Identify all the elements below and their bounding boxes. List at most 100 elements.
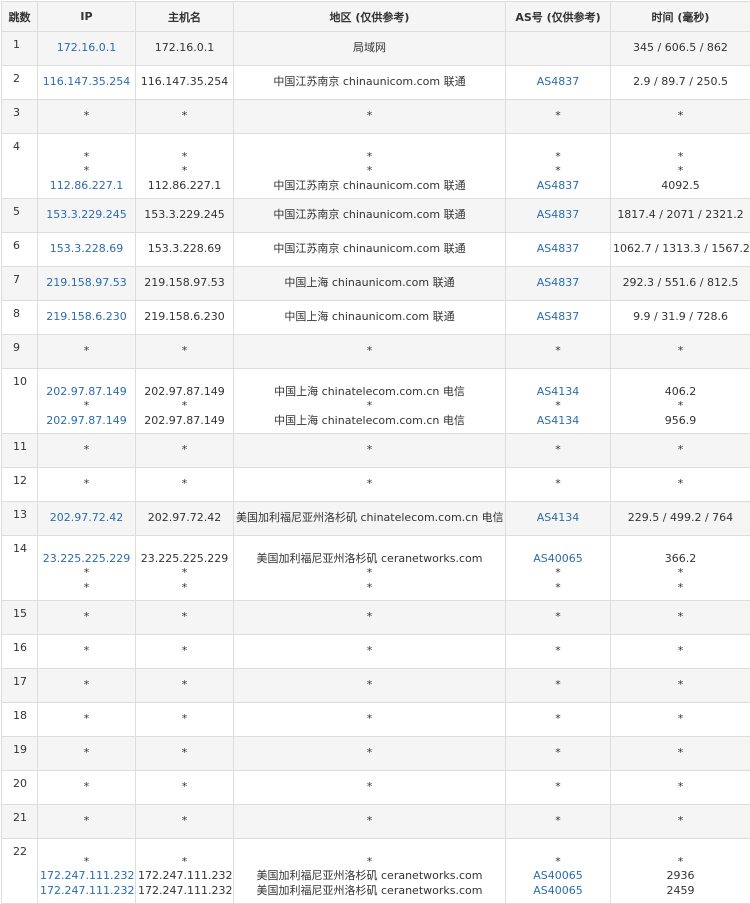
time-value: * bbox=[613, 150, 748, 165]
time-cell: * bbox=[611, 737, 750, 771]
ip-cell: * bbox=[38, 434, 136, 468]
host-value: * bbox=[138, 644, 231, 659]
host-value: 202.97.87.149 bbox=[138, 414, 231, 429]
as-cell: AS4837 bbox=[506, 233, 611, 267]
ip-value: * bbox=[40, 399, 133, 414]
hop-cell: 21 bbox=[2, 805, 38, 839]
region-value: * bbox=[236, 344, 503, 359]
region-cell: 美国加利福尼亚州洛杉矶 ceranetworks.com** bbox=[234, 536, 506, 601]
as-value[interactable]: AS4134 bbox=[508, 414, 608, 429]
time-value: 2936 bbox=[613, 869, 748, 884]
ip-value: * bbox=[40, 109, 133, 124]
time-cell: 1062.7 / 1313.3 / 1567.2 bbox=[611, 233, 750, 267]
host-value: * bbox=[138, 581, 231, 596]
region-cell: * bbox=[234, 601, 506, 635]
region-cell: * bbox=[234, 434, 506, 468]
region-value: * bbox=[236, 814, 503, 829]
as-value[interactable]: AS4837 bbox=[508, 242, 608, 257]
host-value: * bbox=[138, 399, 231, 414]
as-value[interactable]: AS4837 bbox=[508, 276, 608, 291]
time-value: * bbox=[613, 566, 748, 581]
as-value[interactable]: AS40065 bbox=[508, 884, 608, 899]
region-cell: * bbox=[234, 703, 506, 737]
region-cell: 局域网 bbox=[234, 32, 506, 66]
as-value[interactable]: AS4134 bbox=[508, 385, 608, 400]
host-value: 202.97.72.42 bbox=[138, 511, 231, 526]
host-value: * bbox=[138, 344, 231, 359]
as-value[interactable]: AS40065 bbox=[508, 552, 608, 567]
region-value: * bbox=[236, 644, 503, 659]
ip-value[interactable]: 219.158.6.230 bbox=[40, 310, 133, 325]
ip-value[interactable]: 219.158.97.53 bbox=[40, 276, 133, 291]
as-value[interactable]: AS4837 bbox=[508, 179, 608, 194]
time-cell: * bbox=[611, 635, 750, 669]
ip-value: * bbox=[40, 566, 133, 581]
table-row: 6153.3.228.69153.3.228.69中国江苏南京 chinauni… bbox=[2, 233, 750, 267]
as-value[interactable]: AS4134 bbox=[508, 511, 608, 526]
hop-cell: 2 bbox=[2, 66, 38, 100]
header-host: 主机名 bbox=[136, 2, 234, 32]
as-value[interactable]: AS4837 bbox=[508, 310, 608, 325]
ip-value[interactable]: 202.97.87.149 bbox=[40, 414, 133, 429]
ip-value[interactable]: 153.3.228.69 bbox=[40, 242, 133, 257]
hop-cell: 5 bbox=[2, 199, 38, 233]
table-row: 5153.3.229.245153.3.229.245中国江苏南京 chinau… bbox=[2, 199, 750, 233]
host-value: 172.247.111.232 bbox=[138, 869, 231, 884]
host-cell: *172.247.111.232172.247.111.232 bbox=[136, 839, 234, 904]
as-value[interactable]: AS40065 bbox=[508, 869, 608, 884]
ip-value: * bbox=[40, 712, 133, 727]
region-value: * bbox=[236, 610, 503, 625]
time-value: * bbox=[613, 712, 748, 727]
ip-cell: **112.86.227.1 bbox=[38, 134, 136, 199]
as-value[interactable]: AS4837 bbox=[508, 75, 608, 90]
as-value: * bbox=[508, 644, 608, 659]
hop-cell: 9 bbox=[2, 335, 38, 369]
hop-cell: 16 bbox=[2, 635, 38, 669]
ip-value[interactable]: 202.97.72.42 bbox=[40, 511, 133, 526]
header-time: 时间 (毫秒) bbox=[611, 2, 750, 32]
host-value: 172.247.111.232 bbox=[138, 884, 231, 899]
ip-value[interactable]: 172.247.111.232 bbox=[40, 884, 133, 899]
ip-value: * bbox=[40, 344, 133, 359]
host-value: * bbox=[138, 780, 231, 795]
table-row: 16***** bbox=[2, 635, 750, 669]
ip-cell: * bbox=[38, 601, 136, 635]
host-cell: **112.86.227.1 bbox=[136, 134, 234, 199]
ip-value: * bbox=[40, 581, 133, 596]
region-value: * bbox=[236, 780, 503, 795]
ip-value[interactable]: 172.16.0.1 bbox=[40, 41, 133, 56]
host-cell: 153.3.228.69 bbox=[136, 233, 234, 267]
as-value: * bbox=[508, 855, 608, 870]
region-cell: 中国上海 chinatelecom.com.cn 电信*中国上海 chinate… bbox=[234, 369, 506, 434]
as-cell: AS40065** bbox=[506, 536, 611, 601]
ip-value[interactable]: 116.147.35.254 bbox=[40, 75, 133, 90]
as-cell: **AS4837 bbox=[506, 134, 611, 199]
ip-value: * bbox=[40, 780, 133, 795]
ip-value[interactable]: 202.97.87.149 bbox=[40, 385, 133, 400]
host-value: 202.97.87.149 bbox=[138, 385, 231, 400]
region-value: 中国上海 chinaunicom.com 联通 bbox=[236, 276, 503, 291]
time-value: 1817.4 / 2071 / 2321.2 bbox=[613, 208, 748, 223]
hop-cell: 18 bbox=[2, 703, 38, 737]
time-value: 2459 bbox=[613, 884, 748, 899]
time-cell: * bbox=[611, 669, 750, 703]
ip-value[interactable]: 172.247.111.232 bbox=[40, 869, 133, 884]
as-value[interactable]: AS4837 bbox=[508, 208, 608, 223]
region-value: 美国加利福尼亚州洛杉矶 ceranetworks.com bbox=[236, 884, 503, 899]
region-cell: **中国江苏南京 chinaunicom.com 联通 bbox=[234, 134, 506, 199]
host-cell: * bbox=[136, 635, 234, 669]
hop-cell: 20 bbox=[2, 771, 38, 805]
time-value: * bbox=[613, 780, 748, 795]
ip-value[interactable]: 153.3.229.245 bbox=[40, 208, 133, 223]
hop-cell: 12 bbox=[2, 468, 38, 502]
time-value: 9.9 / 31.9 / 728.6 bbox=[613, 310, 748, 325]
as-cell: *AS40065AS40065 bbox=[506, 839, 611, 904]
as-cell: * bbox=[506, 468, 611, 502]
time-cell: 1817.4 / 2071 / 2321.2 bbox=[611, 199, 750, 233]
region-value: 中国江苏南京 chinaunicom.com 联通 bbox=[236, 242, 503, 257]
ip-value[interactable]: 112.86.227.1 bbox=[40, 179, 133, 194]
region-value: 中国江苏南京 chinaunicom.com 联通 bbox=[236, 208, 503, 223]
region-value: * bbox=[236, 746, 503, 761]
as-cell bbox=[506, 32, 611, 66]
ip-value[interactable]: 23.225.225.229 bbox=[40, 552, 133, 567]
